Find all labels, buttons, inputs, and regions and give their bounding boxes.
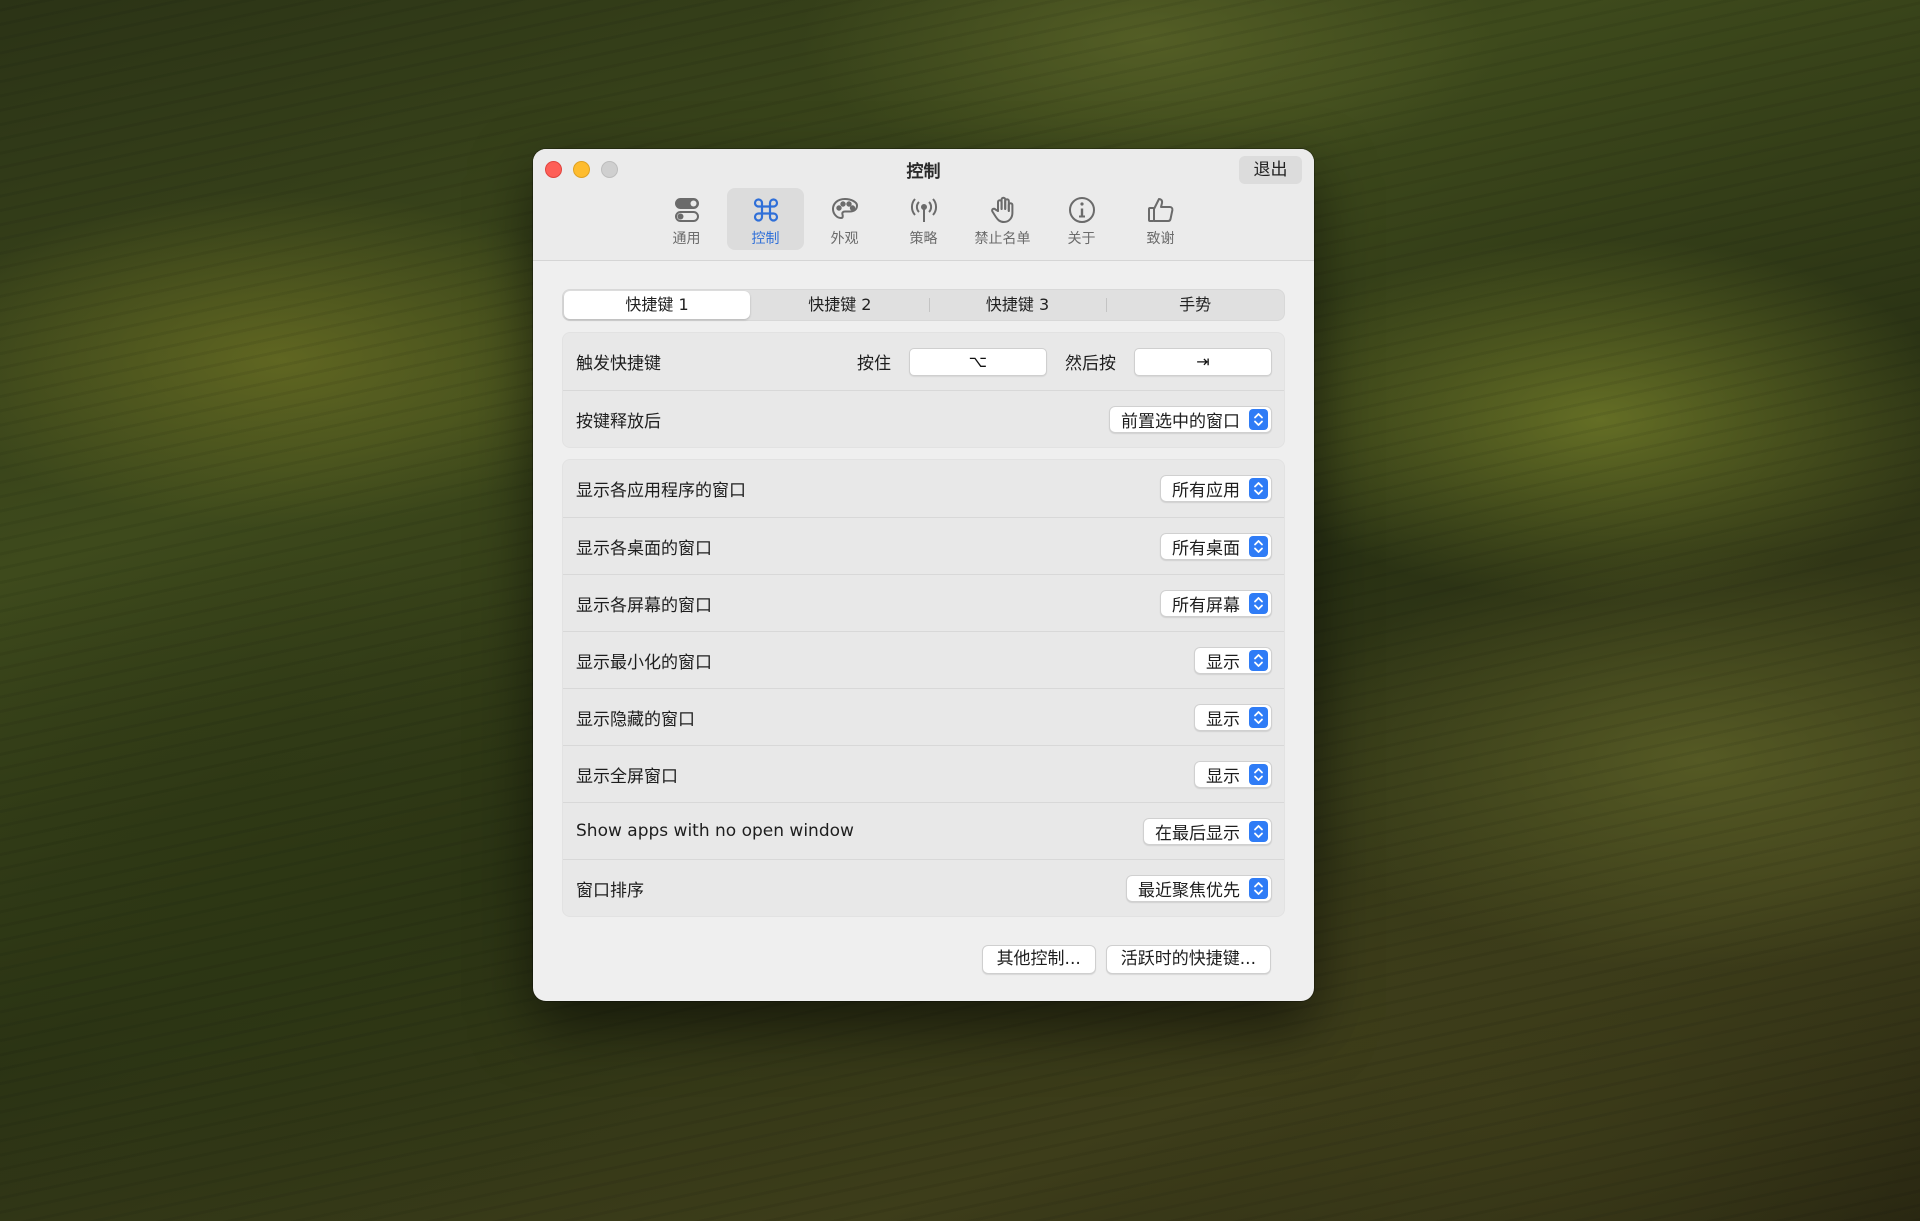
windowless-apps-popup[interactable]: 在最后显示 bbox=[1143, 817, 1272, 845]
hand-icon bbox=[990, 196, 1013, 224]
filter-label: 显示各屏幕的窗口 bbox=[576, 595, 712, 616]
filter-row-screens: 显示各屏幕的窗口 所有屏幕 bbox=[563, 574, 1284, 631]
filter-label: 显示各应用程序的窗口 bbox=[576, 481, 746, 501]
filter-row-hidden: 显示隐藏的窗口 显示 bbox=[563, 688, 1284, 745]
popup-value: 在最后显示 bbox=[1155, 823, 1240, 844]
controls-pane: 快捷键 1 快捷键 2 快捷键 3 手势 触发快捷键 按住 ⌥ 然后按 ⇥ 按键… bbox=[533, 289, 1314, 917]
thumbs-up-icon bbox=[1147, 198, 1173, 222]
popup-value: 显示 bbox=[1206, 652, 1240, 673]
filter-label: 显示各桌面的窗口 bbox=[576, 538, 712, 559]
hold-key-field[interactable]: ⌥ bbox=[909, 347, 1047, 376]
tab-general[interactable]: 通用 bbox=[648, 188, 725, 250]
hidden-popup[interactable]: 显示 bbox=[1194, 703, 1272, 731]
filter-label: 显示全屏窗口 bbox=[576, 766, 678, 787]
tab-general-label: 通用 bbox=[672, 231, 701, 247]
tab-shortcut-3[interactable]: 快捷键 3 bbox=[928, 290, 1107, 320]
other-controls-button[interactable]: 其他控制... bbox=[981, 945, 1096, 974]
popup-value: 所有屏幕 bbox=[1172, 595, 1240, 616]
quit-button[interactable]: 退出 bbox=[1239, 156, 1302, 184]
then-key-field[interactable]: ⇥ bbox=[1134, 347, 1272, 376]
shortcut-tabs: 快捷键 1 快捷键 2 快捷键 3 手势 bbox=[562, 289, 1285, 321]
popup-value: 显示 bbox=[1206, 766, 1240, 787]
tab-appearance[interactable]: 外观 bbox=[806, 188, 883, 250]
palette-icon bbox=[831, 197, 858, 220]
tab-blacklist-label: 禁止名单 bbox=[974, 231, 1031, 247]
toggle-icon bbox=[674, 198, 699, 222]
screens-popup[interactable]: 所有屏幕 bbox=[1160, 589, 1272, 617]
then-press-label: 然后按 bbox=[1065, 354, 1116, 374]
trigger-shortcut-row: 触发快捷键 按住 ⌥ 然后按 ⇥ bbox=[563, 333, 1284, 390]
release-action-label: 按键释放后 bbox=[576, 411, 661, 432]
antenna-icon bbox=[910, 198, 937, 222]
titlebar: 控制 退出 通用 控制 外观 策略 禁止名单 关于 致谢 bbox=[533, 149, 1314, 261]
chevron-updown-icon bbox=[1249, 877, 1268, 899]
tab-policies-label: 策略 bbox=[909, 231, 938, 247]
chevron-updown-icon bbox=[1249, 706, 1268, 728]
tab-blacklist[interactable]: 禁止名单 bbox=[964, 188, 1041, 250]
release-action-popup[interactable]: 前置选中的窗口 bbox=[1109, 405, 1272, 433]
tab-gestures[interactable]: 手势 bbox=[1106, 290, 1284, 320]
footer-buttons: 其他控制... 活跃时的快捷键... bbox=[981, 945, 1271, 974]
tab-appearance-label: 外观 bbox=[830, 231, 859, 247]
tab-about[interactable]: 关于 bbox=[1043, 188, 1120, 250]
filter-label: 显示隐藏的窗口 bbox=[576, 709, 695, 730]
spaces-popup[interactable]: 所有桌面 bbox=[1160, 532, 1272, 560]
chevron-updown-icon bbox=[1249, 478, 1268, 499]
tab-controls-label: 控制 bbox=[751, 231, 780, 247]
filter-label: 显示最小化的窗口 bbox=[576, 652, 712, 673]
popup-value: 最近聚焦优先 bbox=[1138, 880, 1240, 901]
tab-acknowledgments-label: 致谢 bbox=[1146, 231, 1175, 247]
tab-acknowledgments[interactable]: 致谢 bbox=[1122, 188, 1199, 250]
trigger-keys: 按住 ⌥ 然后按 ⇥ bbox=[857, 347, 1272, 376]
popup-value: 所有桌面 bbox=[1172, 538, 1240, 559]
filter-row-spaces: 显示各桌面的窗口 所有桌面 bbox=[563, 517, 1284, 574]
popup-value: 所有应用 bbox=[1172, 481, 1240, 501]
window-order-popup[interactable]: 最近聚焦优先 bbox=[1126, 874, 1272, 902]
filter-row-fullscreen: 显示全屏窗口 显示 bbox=[563, 745, 1284, 802]
tab-shortcut-2[interactable]: 快捷键 2 bbox=[751, 290, 929, 320]
hold-label: 按住 bbox=[857, 354, 891, 374]
minimized-popup[interactable]: 显示 bbox=[1194, 646, 1272, 674]
filter-row-apps: 显示各应用程序的窗口 所有应用 bbox=[563, 460, 1284, 517]
chevron-updown-icon bbox=[1249, 408, 1268, 430]
apps-popup[interactable]: 所有应用 bbox=[1160, 475, 1272, 502]
filter-label: 窗口排序 bbox=[576, 880, 644, 901]
filter-row-minimized: 显示最小化的窗口 显示 bbox=[563, 631, 1284, 688]
fullscreen-popup[interactable]: 显示 bbox=[1194, 760, 1272, 788]
command-icon bbox=[753, 198, 778, 222]
popup-value: 前置选中的窗口 bbox=[1121, 411, 1240, 432]
filter-label: Show apps with no open window bbox=[576, 821, 854, 841]
trigger-shortcut-label: 触发快捷键 bbox=[576, 354, 661, 374]
chevron-updown-icon bbox=[1249, 535, 1268, 557]
info-icon bbox=[1068, 197, 1095, 223]
chevron-updown-icon bbox=[1249, 592, 1268, 614]
chevron-updown-icon bbox=[1249, 649, 1268, 671]
filter-row-window-order: 窗口排序 最近聚焦优先 bbox=[563, 859, 1284, 916]
window-filter-group: 显示各应用程序的窗口 所有应用 显示各桌面的窗口 所有桌面 显示各屏幕的窗口 所… bbox=[562, 459, 1285, 917]
tab-shortcut-1[interactable]: 快捷键 1 bbox=[564, 291, 750, 319]
tab-policies[interactable]: 策略 bbox=[885, 188, 962, 250]
chevron-updown-icon bbox=[1249, 820, 1268, 842]
tab-about-label: 关于 bbox=[1067, 231, 1096, 247]
preferences-toolbar: 通用 控制 外观 策略 禁止名单 关于 致谢 bbox=[533, 188, 1314, 250]
window-title: 控制 bbox=[906, 162, 941, 182]
active-shortcuts-button[interactable]: 活跃时的快捷键... bbox=[1105, 945, 1271, 974]
popup-value: 显示 bbox=[1206, 709, 1240, 730]
shortcut-settings-group: 触发快捷键 按住 ⌥ 然后按 ⇥ 按键释放后 前置选中的窗口 bbox=[562, 332, 1285, 448]
preferences-window: 控制 退出 通用 控制 外观 策略 禁止名单 关于 致谢 快捷键 1 快捷键 2… bbox=[533, 149, 1314, 1001]
release-action-row: 按键释放后 前置选中的窗口 bbox=[563, 390, 1284, 447]
tab-controls[interactable]: 控制 bbox=[727, 188, 804, 250]
chevron-updown-icon bbox=[1249, 763, 1268, 785]
filter-row-windowless-apps: Show apps with no open window 在最后显示 bbox=[563, 802, 1284, 859]
